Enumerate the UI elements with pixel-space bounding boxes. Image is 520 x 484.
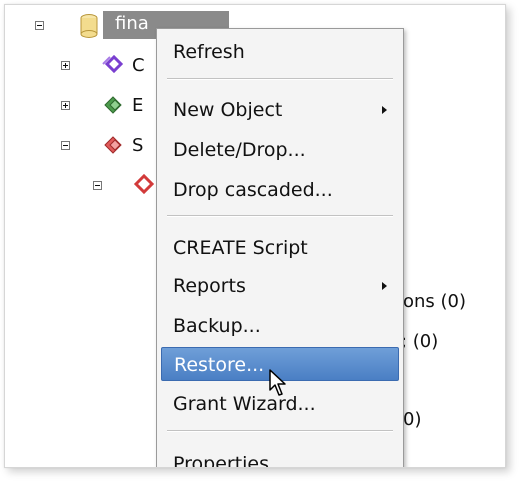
tree-item-catalogs-label: C <box>132 55 145 76</box>
menu-item-reports[interactable]: Reports <box>161 269 399 303</box>
menu-item-new-object[interactable]: New Object <box>161 93 399 127</box>
expand-toggle-event-triggers[interactable] <box>61 101 70 110</box>
expand-toggle-catalogs[interactable] <box>61 61 70 70</box>
tree-item-count-2: ; (0) <box>401 331 439 352</box>
menu-item-delete-drop-label: Delete/Drop... <box>173 139 306 161</box>
collapse-toggle-root[interactable] <box>35 21 44 30</box>
menu-separator <box>167 430 393 432</box>
collapse-toggle-schema[interactable] <box>93 181 102 190</box>
mouse-pointer-icon <box>269 369 286 396</box>
menu-item-create-script[interactable]: CREATE Script <box>161 231 399 265</box>
tree-item-count-1: ons (0) <box>403 291 467 312</box>
tree-item-schemas-label: S <box>132 135 144 156</box>
menu-item-backup[interactable]: Backup... <box>161 309 399 343</box>
menu-item-backup-label: Backup... <box>173 315 261 337</box>
submenu-arrow-icon <box>382 106 387 114</box>
submenu-arrow-icon <box>382 282 387 290</box>
menu-item-drop-cascaded-label: Drop cascaded... <box>173 179 333 201</box>
menu-item-delete-drop[interactable]: Delete/Drop... <box>161 133 399 167</box>
event-triggers-icon <box>104 96 122 114</box>
catalogs-icon <box>102 54 124 74</box>
database-icon <box>80 14 98 38</box>
context-menu: Refresh New Object Delete/Drop... Drop c… <box>156 28 404 468</box>
menu-item-properties[interactable]: Properties... <box>161 447 399 468</box>
database-label: fina <box>115 13 149 34</box>
collapse-toggle-schemas[interactable] <box>61 141 70 150</box>
menu-separator <box>167 215 393 217</box>
menu-separator <box>167 78 393 80</box>
menu-item-new-object-label: New Object <box>173 99 283 121</box>
tree-item-count-3: 0) <box>403 409 422 430</box>
schemas-icon <box>104 136 122 154</box>
menu-item-refresh-label: Refresh <box>173 41 245 63</box>
menu-item-reports-label: Reports <box>173 275 246 297</box>
tree-item-event-triggers-label: E <box>132 95 144 116</box>
menu-item-restore-label: Restore... <box>174 354 265 376</box>
menu-item-properties-label: Properties... <box>173 453 288 468</box>
menu-item-drop-cascaded[interactable]: Drop cascaded... <box>161 173 399 207</box>
menu-item-grant-wizard-label: Grant Wizard... <box>173 393 316 415</box>
menu-item-refresh[interactable]: Refresh <box>161 35 399 69</box>
menu-item-create-script-label: CREATE Script <box>173 237 308 259</box>
screenshot-frame: fina C E S ons (0) ; (0) 0) ◆ Refresh Ne… <box>4 4 506 468</box>
